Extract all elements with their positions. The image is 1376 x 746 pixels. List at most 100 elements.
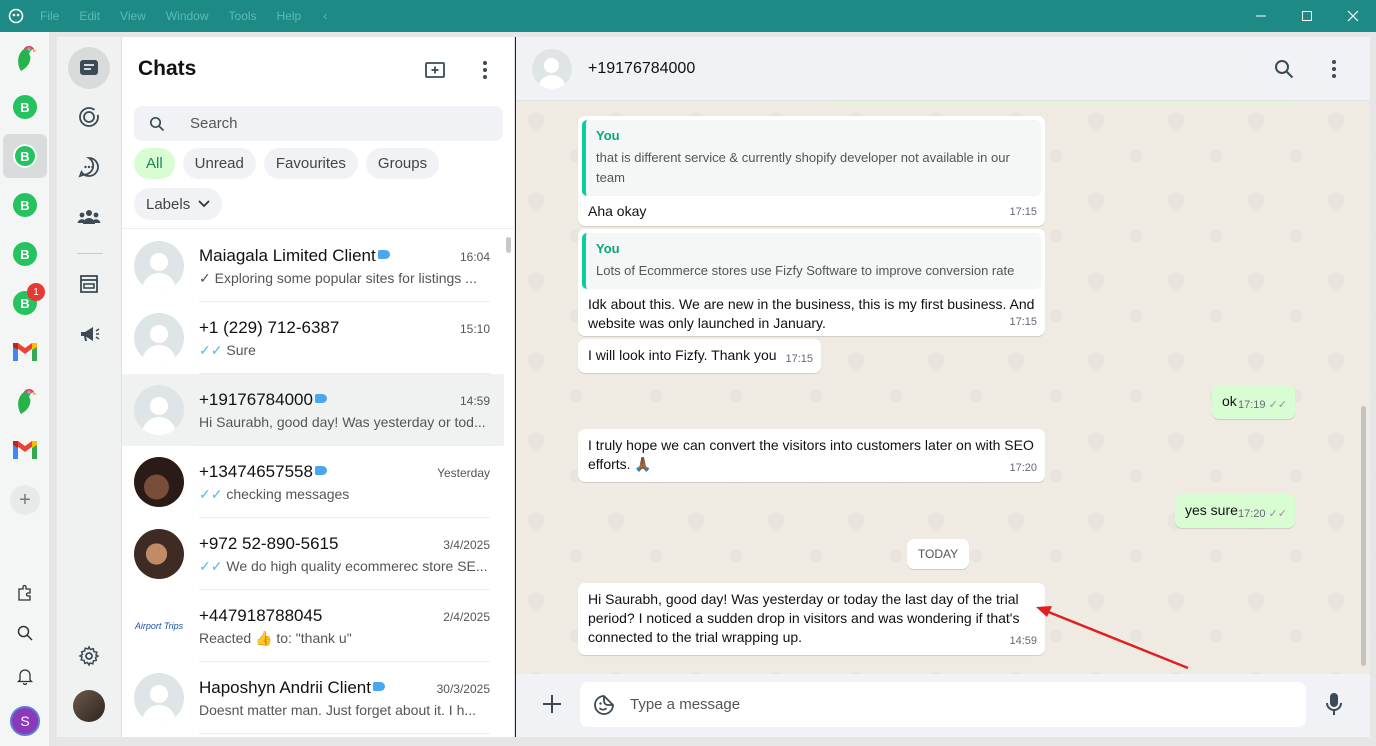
frame-left xyxy=(50,32,57,746)
outgoing-message[interactable]: ok 17:19 ✓✓ xyxy=(1212,385,1295,419)
new-chat-button[interactable] xyxy=(422,57,448,83)
quoted-message[interactable]: You Lots of Ecommerce stores use Fizfy S… xyxy=(582,233,1041,289)
menu-tools[interactable]: Tools xyxy=(229,9,257,23)
default-avatar xyxy=(134,385,184,435)
chat-preview: Sure xyxy=(226,342,256,358)
my-avatar[interactable] xyxy=(73,690,105,722)
account-business-4[interactable]: B xyxy=(3,232,47,276)
whatsapp-business-icon: B xyxy=(13,242,37,266)
filter-groups[interactable]: Groups xyxy=(365,148,440,179)
chat-row[interactable]: +13474657558 Yesterday ✓✓ checking messa… xyxy=(122,446,504,518)
nav-catalog[interactable] xyxy=(68,263,110,305)
add-account-button[interactable]: + xyxy=(3,478,47,522)
account-business-5[interactable]: B 1 xyxy=(3,281,47,325)
chat-list-title: Chats xyxy=(138,57,197,80)
date-divider: TODAY xyxy=(907,539,969,569)
account-business-2[interactable]: B xyxy=(3,134,47,178)
message-time: 17:15 xyxy=(1009,206,1037,218)
nav-communities[interactable] xyxy=(68,196,110,238)
incoming-message[interactable]: You Lots of Ecommerce stores use Fizfy S… xyxy=(578,229,1045,336)
title-bar: File Edit View Window Tools Help ‹ xyxy=(0,0,1376,32)
quote-text: that is different service & currently sh… xyxy=(596,150,1010,185)
quote-author: You xyxy=(596,128,620,143)
attach-button[interactable] xyxy=(540,692,564,716)
minimize-button[interactable] xyxy=(1238,0,1284,32)
read-ticks-icon: ✓✓ xyxy=(199,486,223,502)
nav-channels[interactable] xyxy=(68,146,110,188)
chat-preview: Hi Saurabh, good day! Was yesterday or t… xyxy=(199,414,486,430)
account-rail: B B B B B 1 + S xyxy=(0,32,50,746)
chat-name: +972 52-890-5615 xyxy=(199,534,339,553)
chat-list-divider xyxy=(122,228,514,229)
filter-unread[interactable]: Unread xyxy=(182,148,256,179)
incoming-message[interactable]: Hi Saurabh, good day! Was yesterday or t… xyxy=(578,583,1045,655)
gear-icon xyxy=(78,645,100,667)
window-controls xyxy=(1238,0,1376,32)
chat-list-panel: Chats All Unread Favourites Groups Label… xyxy=(122,37,515,737)
conversation-header: +19176784000 xyxy=(516,37,1370,101)
chat-row[interactable]: +972 52-890-5615 3/4/2025 ✓✓ We do high … xyxy=(122,518,504,590)
nav-status[interactable] xyxy=(68,96,110,138)
account-parrot-1[interactable] xyxy=(3,36,47,80)
profile-button[interactable]: S xyxy=(3,699,47,743)
account-business-3[interactable]: B xyxy=(3,183,47,227)
quoted-message[interactable]: You that is different service & currentl… xyxy=(582,120,1041,196)
nav-settings[interactable] xyxy=(68,635,110,677)
chat-row[interactable]: Maiagala Limited Client 16:04 ✓ Explorin… xyxy=(122,230,504,302)
quote-author: You xyxy=(596,241,620,256)
conversation-scrollbar[interactable] xyxy=(1361,406,1366,666)
account-gmail-1[interactable] xyxy=(3,330,47,374)
parrot-icon xyxy=(18,389,37,414)
menu-view[interactable]: View xyxy=(120,9,146,23)
message-input[interactable] xyxy=(630,696,1270,713)
chat-row[interactable]: +1 (229) 712-6387 15:10 ✓✓ Sure xyxy=(122,302,504,374)
search-icon[interactable] xyxy=(13,621,37,645)
chat-time: 15:10 xyxy=(459,322,490,336)
incoming-message[interactable]: I truly hope we can convert the visitors… xyxy=(578,429,1045,482)
conversation-search-button[interactable] xyxy=(1272,57,1296,81)
search-input[interactable] xyxy=(190,115,490,132)
read-ticks-icon: ✓✓ xyxy=(199,558,223,574)
chat-row[interactable]: Airport Trips +447918788045 2/4/2025 Rea… xyxy=(122,590,504,662)
chat-row-selected[interactable]: +19176784000 14:59 Hi Saurabh, good day!… xyxy=(122,374,504,446)
incoming-message[interactable]: You that is different service & currentl… xyxy=(578,116,1045,226)
contact-name[interactable]: +19176784000 xyxy=(588,60,695,78)
filter-favourites[interactable]: Favourites xyxy=(263,148,358,179)
nav-broadcast[interactable] xyxy=(68,313,110,355)
back-icon[interactable]: ‹ xyxy=(323,9,327,23)
chat-preview: Doesnt matter man. Just forget about it.… xyxy=(199,702,477,718)
chat-name: +19176784000 xyxy=(199,390,313,409)
menu-edit[interactable]: Edit xyxy=(79,9,100,23)
account-business-1[interactable]: B xyxy=(3,85,47,129)
filter-all[interactable]: All xyxy=(134,148,175,179)
outgoing-message[interactable]: yes sure 17:20 ✓✓ xyxy=(1175,494,1295,528)
close-button[interactable] xyxy=(1330,0,1376,32)
message-time: 17:20 xyxy=(1237,508,1266,520)
chat-list-scrollbar[interactable] xyxy=(506,237,511,253)
bell-icon[interactable] xyxy=(13,664,37,688)
chat-list-menu-button[interactable] xyxy=(472,57,498,83)
labels-dropdown[interactable]: Labels xyxy=(134,188,223,220)
contact-photo xyxy=(134,529,184,579)
chat-name: +1 (229) 712-6387 xyxy=(199,318,340,337)
account-gmail-2[interactable] xyxy=(3,428,47,472)
voice-message-button[interactable] xyxy=(1322,692,1346,716)
menu-help[interactable]: Help xyxy=(277,9,302,23)
maximize-button[interactable] xyxy=(1284,0,1330,32)
menu-file[interactable]: File xyxy=(40,9,59,23)
incoming-message[interactable]: I will look into Fizfy. Thank you 17:15 xyxy=(578,339,821,373)
nav-chats[interactable] xyxy=(68,47,110,89)
message-text: I truly hope we can convert the visitors… xyxy=(588,437,1034,472)
conversation-menu-button[interactable] xyxy=(1322,57,1346,81)
chat-time: Yesterday xyxy=(437,466,490,480)
menu-window[interactable]: Window xyxy=(166,9,209,23)
contact-avatar[interactable] xyxy=(532,49,572,89)
sticker-emoji-icon[interactable] xyxy=(580,694,628,716)
extensions-icon[interactable] xyxy=(13,581,37,605)
chats-icon xyxy=(80,60,98,75)
whatsapp-business-icon: B xyxy=(13,193,37,217)
chat-preview: We do high quality ecommerec store SE... xyxy=(226,558,488,574)
chat-time: 2/4/2025 xyxy=(443,610,490,624)
account-parrot-2[interactable] xyxy=(3,379,47,423)
chat-row[interactable]: Haposhyn Andrii Client 30/3/2025 Doesnt … xyxy=(122,662,504,734)
